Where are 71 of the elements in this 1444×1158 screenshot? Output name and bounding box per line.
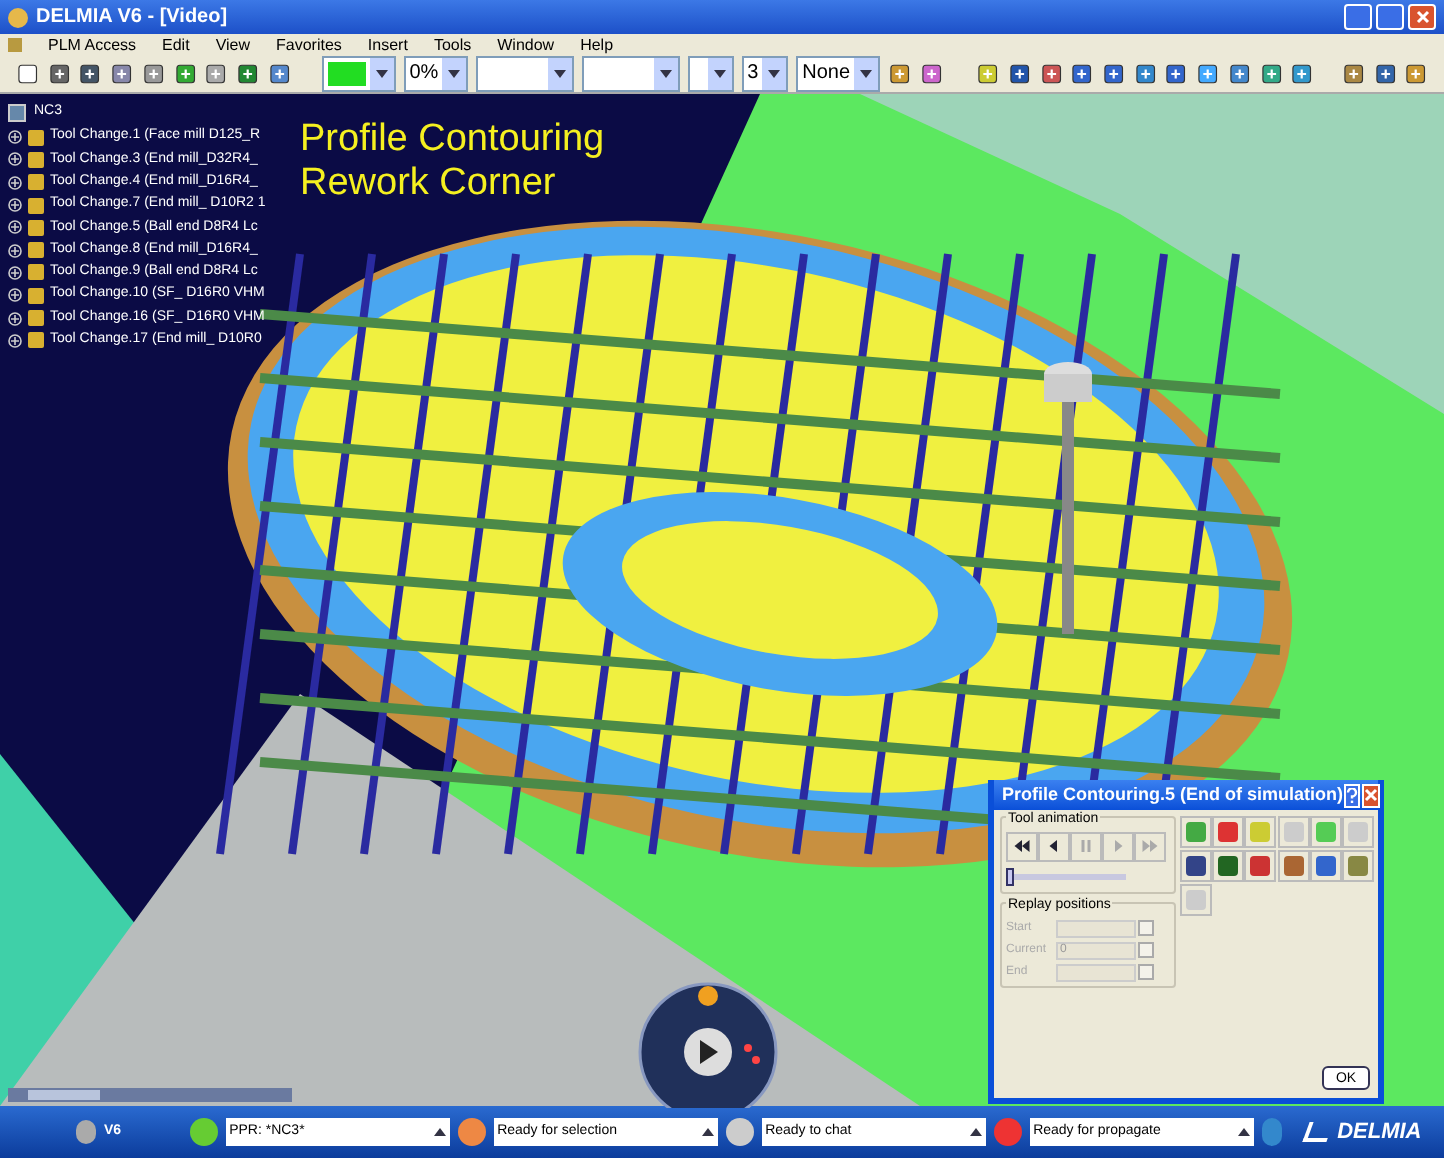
brand-logo: DELMIA bbox=[1337, 1117, 1422, 1148]
caret-icon bbox=[860, 70, 873, 78]
line-thickness-combo[interactable] bbox=[476, 56, 575, 92]
caret-icon bbox=[701, 1128, 714, 1136]
expander-icon[interactable] bbox=[8, 311, 22, 326]
close-icon bbox=[1415, 10, 1429, 24]
tool-button[interactable] bbox=[1212, 816, 1245, 848]
menu-icon bbox=[8, 38, 22, 52]
compass-drawing[interactable] bbox=[636, 980, 780, 1108]
caret-icon bbox=[375, 70, 388, 78]
help-icon bbox=[1345, 787, 1357, 803]
caret-icon bbox=[448, 70, 461, 78]
status-icon[interactable] bbox=[457, 1118, 486, 1146]
expander-icon[interactable] bbox=[8, 220, 22, 235]
playback-button[interactable] bbox=[1006, 831, 1038, 861]
caret-icon bbox=[433, 1128, 446, 1136]
close-button[interactable] bbox=[1361, 783, 1379, 807]
menu-item[interactable]: Insert bbox=[367, 33, 408, 57]
point-symbol-combo[interactable] bbox=[688, 56, 734, 92]
expander-icon[interactable] bbox=[8, 198, 22, 213]
menu-item[interactable]: Favorites bbox=[276, 33, 342, 57]
expander-icon[interactable] bbox=[8, 288, 22, 303]
ds-logo-icon bbox=[1301, 1122, 1333, 1142]
status-icon[interactable] bbox=[189, 1118, 218, 1146]
caret-icon bbox=[713, 70, 726, 78]
caret-icon bbox=[554, 70, 567, 78]
color-swatch bbox=[327, 62, 366, 86]
app-icon bbox=[8, 7, 28, 27]
expander-icon[interactable] bbox=[8, 243, 22, 258]
input-field[interactable] bbox=[1056, 919, 1136, 937]
expander-icon[interactable] bbox=[8, 130, 22, 145]
dialog-title: Profile Contouring.5 (End of simulation) bbox=[1002, 781, 1343, 808]
tool-button[interactable] bbox=[1277, 850, 1309, 882]
tool-button[interactable] bbox=[1244, 850, 1277, 882]
drop-icon bbox=[76, 1120, 96, 1144]
expander-icon[interactable] bbox=[8, 265, 22, 280]
scroll-thumb[interactable] bbox=[28, 1090, 100, 1100]
tool-button[interactable] bbox=[1212, 850, 1245, 882]
caret-icon bbox=[768, 70, 781, 78]
annotation-text: Rework Corner bbox=[300, 162, 558, 206]
close-button[interactable] bbox=[1408, 4, 1436, 30]
horizontal-scrollbar[interactable] bbox=[8, 1088, 292, 1102]
help-button[interactable] bbox=[1343, 783, 1359, 807]
status-icon[interactable] bbox=[725, 1118, 754, 1146]
expander-icon[interactable] bbox=[8, 152, 22, 167]
expander-icon[interactable] bbox=[8, 175, 22, 190]
menu-item[interactable]: Help bbox=[580, 33, 614, 57]
layer-combo[interactable]: None bbox=[796, 56, 881, 92]
caret-icon bbox=[969, 1128, 982, 1136]
weight-combo[interactable]: 3 bbox=[741, 56, 789, 92]
menu-item[interactable]: Tools bbox=[433, 33, 472, 57]
input-field[interactable] bbox=[1056, 963, 1136, 981]
transparency-combo[interactable]: 0% bbox=[403, 56, 469, 92]
color-combo[interactable] bbox=[321, 56, 396, 92]
annotation-text: Profile Contouring bbox=[300, 118, 605, 162]
animation-slider[interactable] bbox=[1006, 867, 1126, 885]
menu-item[interactable]: Window bbox=[497, 33, 555, 57]
tree-root-icon bbox=[8, 104, 26, 122]
menu-item[interactable]: View bbox=[215, 33, 251, 57]
caret-icon bbox=[660, 70, 673, 78]
maximize-button[interactable] bbox=[1376, 4, 1404, 30]
minimize-button[interactable] bbox=[1344, 4, 1372, 30]
tool-button[interactable] bbox=[1180, 850, 1212, 882]
tool-button[interactable] bbox=[1309, 850, 1342, 882]
window-title: DELMIA V6 - [Video] bbox=[36, 4, 230, 32]
caret-icon bbox=[1237, 1128, 1250, 1136]
expander-icon[interactable] bbox=[8, 333, 22, 348]
menu-item[interactable]: PLM Access bbox=[48, 33, 137, 57]
close-icon bbox=[1363, 788, 1377, 802]
playback-button[interactable] bbox=[1038, 831, 1070, 861]
menu-item[interactable]: Edit bbox=[162, 33, 190, 57]
